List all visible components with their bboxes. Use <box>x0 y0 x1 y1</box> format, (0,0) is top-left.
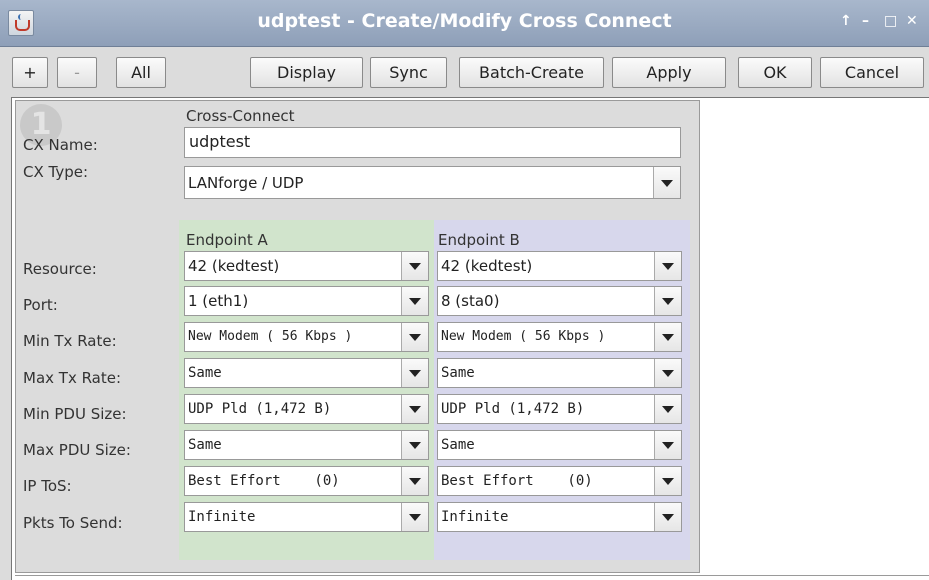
endpoint-b-max-tx-rate-select[interactable]: Same <box>437 358 682 388</box>
dropdown-button[interactable] <box>401 431 428 459</box>
cx-type-value: LANforge / UDP <box>188 174 304 192</box>
dropdown-button[interactable] <box>654 395 681 423</box>
dropdown-button[interactable] <box>654 359 681 387</box>
endpoint-b-port-select[interactable]: 8 (sta0) <box>437 286 682 316</box>
endpoint-b-ip-tos-select[interactable]: Best Effort (0) <box>437 466 682 496</box>
cx-type-label: CX Type: <box>23 163 89 181</box>
dropdown-button[interactable] <box>654 287 681 315</box>
chevron-down-icon <box>409 406 421 413</box>
select-value: New Modem ( 56 Kbps ) <box>441 329 606 344</box>
endpoint-b-min-pdu-size-select[interactable]: UDP Pld (1,472 B) <box>437 394 682 424</box>
select-value: New Modem ( 56 Kbps ) <box>188 329 353 344</box>
max-pdu-size-label: Max PDU Size: <box>23 441 131 459</box>
apply-button[interactable]: Apply <box>612 57 726 88</box>
dropdown-button[interactable] <box>401 252 428 280</box>
select-value: Best Effort (0) <box>188 473 340 489</box>
chevron-down-icon <box>662 334 674 341</box>
chevron-down-icon <box>409 334 421 341</box>
endpoint-a-ip-tos-select[interactable]: Best Effort (0) <box>184 466 429 496</box>
endpoint-a-min-pdu-size-select[interactable]: UDP Pld (1,472 B) <box>184 394 429 424</box>
pkts-to-send-label: Pkts To Send: <box>23 514 123 532</box>
select-value: UDP Pld (1,472 B) <box>441 401 585 417</box>
dropdown-button[interactable] <box>654 503 681 531</box>
select-value: Best Effort (0) <box>441 473 593 489</box>
chevron-down-icon <box>662 514 674 521</box>
chevron-down-icon <box>662 442 674 449</box>
sync-button[interactable]: Sync <box>370 57 447 88</box>
endpoint-a-max-pdu-size-select[interactable]: Same <box>184 430 429 460</box>
select-value: 42 (kedtest) <box>441 257 533 275</box>
chevron-down-icon <box>662 298 674 305</box>
close-icon[interactable]: ✕ <box>906 13 918 29</box>
chevron-down-icon <box>409 263 421 270</box>
min-pdu-size-label: Min PDU Size: <box>23 405 127 423</box>
select-value: Same <box>188 437 222 453</box>
endpoint-a-max-tx-rate-select[interactable]: Same <box>184 358 429 388</box>
chevron-down-icon <box>661 180 673 187</box>
dropdown-button[interactable] <box>401 467 428 495</box>
select-value: Infinite <box>441 509 509 525</box>
select-value: 8 (sta0) <box>441 292 500 310</box>
port-label: Port: <box>23 296 58 314</box>
toolbar: + - All Display Sync Batch-Create Apply … <box>0 47 929 97</box>
select-value: Same <box>441 365 475 381</box>
add-button[interactable]: + <box>12 57 48 88</box>
remove-button[interactable]: - <box>57 57 97 88</box>
chevron-down-icon <box>409 370 421 377</box>
endpoint-a-resource-select[interactable]: 42 (kedtest) <box>184 251 429 281</box>
endpoint-a-pkts-to-send-select[interactable]: Infinite <box>184 502 429 532</box>
batch-create-button[interactable]: Batch-Create <box>459 57 604 88</box>
cx-name-label: CX Name: <box>23 136 98 154</box>
dropdown-button[interactable] <box>401 395 428 423</box>
chevron-down-icon <box>662 370 674 377</box>
endpoint-b-header: Endpoint B <box>438 231 520 249</box>
min-tx-rate-label: Min Tx Rate: <box>23 332 117 350</box>
select-value: 1 (eth1) <box>188 292 249 310</box>
resource-label: Resource: <box>23 260 97 278</box>
select-value: Same <box>441 437 475 453</box>
chevron-down-icon <box>409 442 421 449</box>
cancel-button[interactable]: Cancel <box>820 57 924 88</box>
max-tx-rate-label: Max Tx Rate: <box>23 369 122 387</box>
maximize-icon[interactable]: □ <box>884 13 897 29</box>
divider <box>15 575 929 576</box>
select-value: Same <box>188 365 222 381</box>
section-title: Cross-Connect <box>186 107 295 125</box>
dropdown-button[interactable] <box>654 431 681 459</box>
dropdown-button[interactable] <box>654 467 681 495</box>
endpoint-b-resource-select[interactable]: 42 (kedtest) <box>437 251 682 281</box>
endpoint-a-port-select[interactable]: 1 (eth1) <box>184 286 429 316</box>
select-value: Infinite <box>188 509 256 525</box>
all-button[interactable]: All <box>116 57 166 88</box>
dropdown-button[interactable] <box>653 167 680 198</box>
display-button[interactable]: Display <box>250 57 363 88</box>
chevron-down-icon <box>662 406 674 413</box>
cx-name-field[interactable]: udptest <box>184 127 681 158</box>
endpoint-a-header: Endpoint A <box>186 231 268 249</box>
dropdown-button[interactable] <box>654 323 681 351</box>
endpoint-b-max-pdu-size-select[interactable]: Same <box>437 430 682 460</box>
cx-type-select[interactable]: LANforge / UDP <box>184 166 681 199</box>
ok-button[interactable]: OK <box>738 57 812 88</box>
dropdown-button[interactable] <box>401 503 428 531</box>
endpoint-a-min-tx-rate-select[interactable]: New Modem ( 56 Kbps ) <box>184 322 429 352</box>
dropdown-button[interactable] <box>401 287 428 315</box>
maximize-up-icon[interactable]: ↑ <box>840 13 852 29</box>
endpoint-b-min-tx-rate-select[interactable]: New Modem ( 56 Kbps ) <box>437 322 682 352</box>
dropdown-button[interactable] <box>654 252 681 280</box>
window-titlebar: udptest - Create/Modify Cross Connect ↑ … <box>0 0 929 47</box>
chevron-down-icon <box>662 263 674 270</box>
endpoint-b-pkts-to-send-select[interactable]: Infinite <box>437 502 682 532</box>
dropdown-button[interactable] <box>401 323 428 351</box>
chevron-down-icon <box>409 298 421 305</box>
chevron-down-icon <box>409 478 421 485</box>
chevron-down-icon <box>662 478 674 485</box>
chevron-down-icon <box>409 514 421 521</box>
minimize-icon[interactable]: – <box>862 13 869 29</box>
dropdown-button[interactable] <box>401 359 428 387</box>
window-title: udptest - Create/Modify Cross Connect <box>257 10 672 32</box>
ip-tos-label: IP ToS: <box>23 477 72 495</box>
select-value: UDP Pld (1,472 B) <box>188 401 332 417</box>
select-value: 42 (kedtest) <box>188 257 280 275</box>
